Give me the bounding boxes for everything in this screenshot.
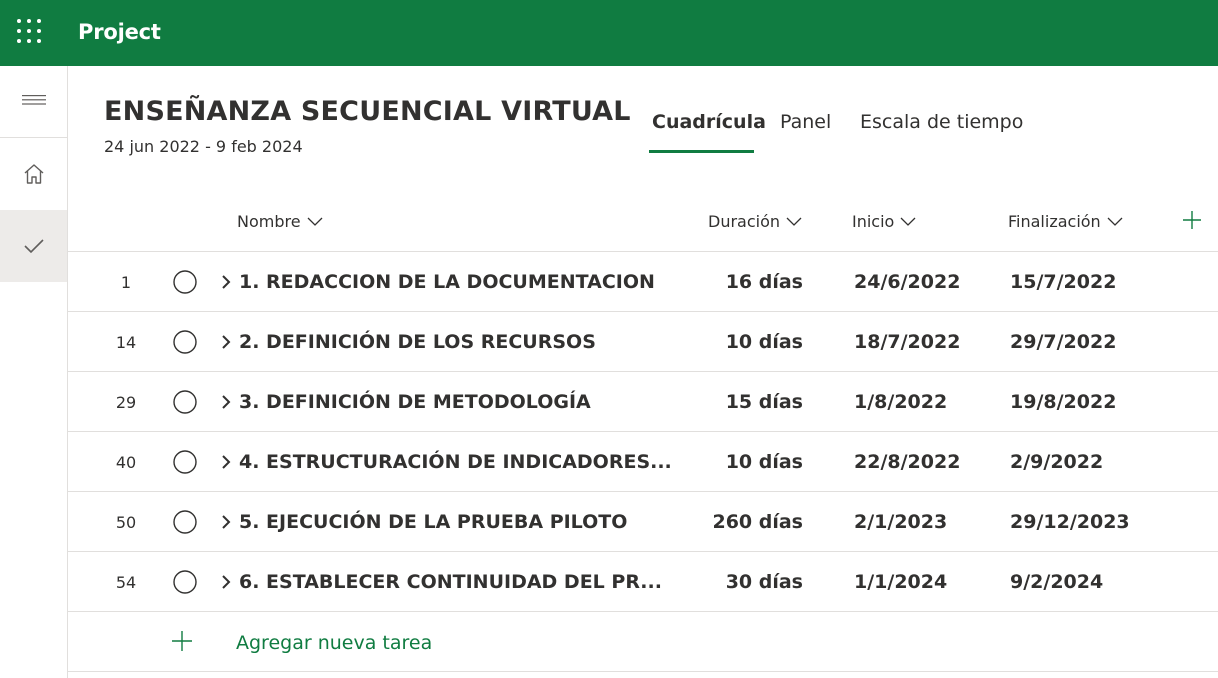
task-end-date[interactable]: 19/8/2022 xyxy=(1010,372,1180,432)
task-start-date[interactable]: 22/8/2022 xyxy=(854,432,1004,492)
column-header-name-label: Nombre xyxy=(237,212,301,231)
collapse-menu-button[interactable] xyxy=(0,66,67,138)
chevron-down-icon xyxy=(1107,217,1123,226)
task-duration[interactable]: 260 días xyxy=(680,492,803,552)
plan-title[interactable]: ENSEÑANZA SECUENCIAL VIRTUAL xyxy=(104,95,631,129)
my-tasks-button[interactable] xyxy=(0,210,67,282)
chevron-right-icon xyxy=(222,515,231,529)
task-id: 50 xyxy=(115,512,137,532)
task-id: 54 xyxy=(115,572,137,592)
complete-task-checkbox[interactable] xyxy=(172,552,198,612)
chevron-right-icon xyxy=(222,575,231,589)
active-tab-indicator xyxy=(649,150,754,153)
task-start-date[interactable]: 2/1/2023 xyxy=(854,492,1004,552)
tab-grid[interactable]: Cuadrícula xyxy=(652,108,766,136)
task-start-date[interactable]: 1/1/2024 xyxy=(854,552,1004,612)
chevron-down-icon xyxy=(786,217,802,226)
task-end-date[interactable]: 29/12/2023 xyxy=(1010,492,1180,552)
add-task-label[interactable]: Agregar nueva tarea xyxy=(236,630,432,656)
expand-chevron[interactable] xyxy=(217,252,235,312)
circle-icon xyxy=(173,510,197,534)
task-name[interactable]: 4. ESTRUCTURACIÓN DE INDICADORES... xyxy=(239,432,679,492)
task-start-date[interactable]: 24/6/2022 xyxy=(854,252,1004,312)
app-launcher-icon[interactable] xyxy=(17,19,41,43)
task-id: 1 xyxy=(120,272,132,292)
task-name[interactable]: 2. DEFINICIÓN DE LOS RECURSOS xyxy=(239,312,679,372)
checkmark-icon xyxy=(23,239,44,254)
task-start-date[interactable]: 1/8/2022 xyxy=(854,372,1004,432)
home-icon xyxy=(24,164,43,184)
plus-icon xyxy=(1183,211,1201,229)
chevron-down-icon xyxy=(307,217,323,226)
task-end-date[interactable]: 15/7/2022 xyxy=(1010,252,1180,312)
circle-icon xyxy=(173,330,197,354)
add-task-plus-button[interactable] xyxy=(171,630,193,656)
task-duration[interactable]: 30 días xyxy=(680,552,803,612)
complete-task-checkbox[interactable] xyxy=(172,492,198,552)
tab-board[interactable]: Panel xyxy=(780,108,831,136)
column-header-duration[interactable]: Duración xyxy=(708,212,802,231)
table-row[interactable]: 1 1. REDACCION DE LA DOCUMENTACION 16 dí… xyxy=(68,252,1218,312)
task-id: 29 xyxy=(115,392,137,412)
expand-chevron[interactable] xyxy=(217,432,235,492)
task-duration[interactable]: 10 días xyxy=(680,312,803,372)
complete-task-checkbox[interactable] xyxy=(172,252,198,312)
expand-chevron[interactable] xyxy=(217,552,235,612)
table-row[interactable]: 50 5. EJECUCIÓN DE LA PRUEBA PILOTO 260 … xyxy=(68,492,1218,552)
task-name[interactable]: 5. EJECUCIÓN DE LA PRUEBA PILOTO xyxy=(239,492,679,552)
chevron-right-icon xyxy=(222,395,231,409)
add-column-button[interactable] xyxy=(1182,210,1202,234)
task-id: 40 xyxy=(115,452,137,472)
grid-header: Nombre Duración Inicio Finalización xyxy=(68,196,1218,252)
task-duration[interactable]: 10 días xyxy=(680,432,803,492)
task-id: 14 xyxy=(115,332,137,352)
column-header-start-label: Inicio xyxy=(852,212,895,231)
home-button[interactable] xyxy=(0,138,67,210)
circle-icon xyxy=(173,270,197,294)
chevron-right-icon xyxy=(222,335,231,349)
task-name[interactable]: 6. ESTABLECER CONTINUIDAD DEL PR... xyxy=(239,552,679,612)
left-rail xyxy=(0,66,68,678)
task-name[interactable]: 1. REDACCION DE LA DOCUMENTACION xyxy=(239,252,679,312)
task-duration[interactable]: 15 días xyxy=(680,372,803,432)
task-duration[interactable]: 16 días xyxy=(680,252,803,312)
complete-task-checkbox[interactable] xyxy=(172,372,198,432)
app-title[interactable]: Project xyxy=(78,18,161,46)
task-end-date[interactable]: 9/2/2024 xyxy=(1010,552,1180,612)
chevron-right-icon xyxy=(222,275,231,289)
circle-icon xyxy=(173,450,197,474)
task-end-date[interactable]: 29/7/2022 xyxy=(1010,312,1180,372)
column-header-end[interactable]: Finalización xyxy=(1008,212,1123,231)
circle-icon xyxy=(173,570,197,594)
hamburger-menu-icon xyxy=(21,94,46,105)
tab-timeline[interactable]: Escala de tiempo xyxy=(860,108,1023,136)
plan-date-range: 24 jun 2022 - 9 feb 2024 xyxy=(104,137,303,156)
expand-chevron[interactable] xyxy=(217,492,235,552)
table-row[interactable]: 54 6. ESTABLECER CONTINUIDAD DEL PR... 3… xyxy=(68,552,1218,612)
task-name[interactable]: 3. DEFINICIÓN DE METODOLOGÍA xyxy=(239,372,679,432)
column-header-end-label: Finalización xyxy=(1008,212,1101,231)
column-header-name[interactable]: Nombre xyxy=(237,212,323,231)
plus-icon xyxy=(172,631,192,651)
expand-chevron[interactable] xyxy=(217,372,235,432)
complete-task-checkbox[interactable] xyxy=(172,312,198,372)
chevron-down-icon xyxy=(900,217,916,226)
table-row[interactable]: 40 4. ESTRUCTURACIÓN DE INDICADORES... 1… xyxy=(68,432,1218,492)
task-end-date[interactable]: 2/9/2022 xyxy=(1010,432,1180,492)
expand-chevron[interactable] xyxy=(217,312,235,372)
chevron-right-icon xyxy=(222,455,231,469)
column-header-start[interactable]: Inicio xyxy=(852,212,916,231)
add-task-row[interactable]: Agregar nueva tarea xyxy=(68,612,1218,672)
circle-icon xyxy=(173,390,197,414)
task-start-date[interactable]: 18/7/2022 xyxy=(854,312,1004,372)
table-row[interactable]: 29 3. DEFINICIÓN DE METODOLOGÍA 15 días … xyxy=(68,372,1218,432)
app-header-bar: Project xyxy=(0,0,1218,66)
column-header-duration-label: Duración xyxy=(708,212,781,231)
complete-task-checkbox[interactable] xyxy=(172,432,198,492)
table-row[interactable]: 14 2. DEFINICIÓN DE LOS RECURSOS 10 días… xyxy=(68,312,1218,372)
